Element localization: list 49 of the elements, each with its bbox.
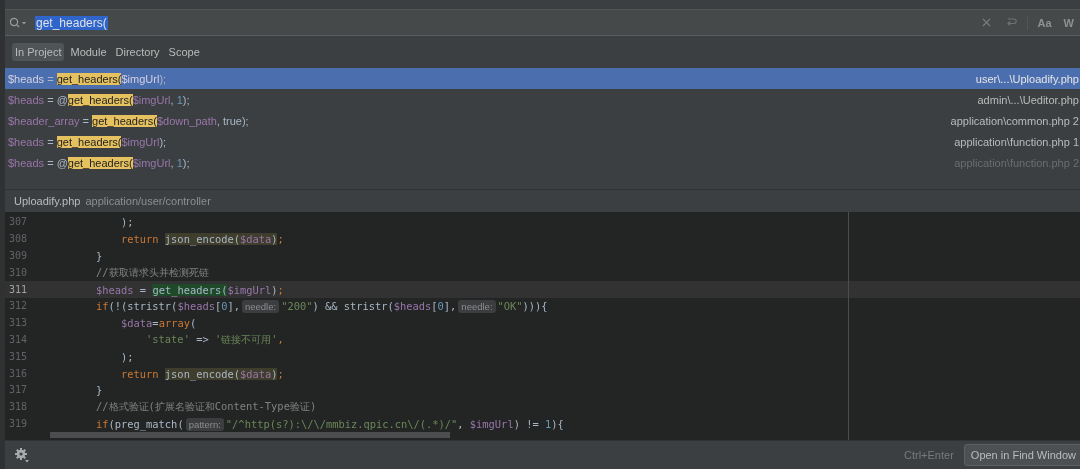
line-number: 310	[8, 265, 29, 280]
result-code: $heads = get_headers($imgUrl);	[8, 72, 167, 85]
search-text: get_headers(	[35, 15, 108, 30]
line-number: 314	[8, 332, 29, 347]
line-number: 313	[8, 316, 29, 331]
scope-tab[interactable]: Scope	[165, 43, 203, 61]
line-number: 312	[8, 299, 29, 314]
result-file: user\...\Uploadify.php	[975, 72, 1079, 85]
result-row[interactable]: $heads = get_headers($imgUrl); application\function.php 1	[5, 131, 1080, 152]
code-line: $heads = get_headers($imgUrl);	[95, 283, 284, 296]
code-line: );	[120, 216, 134, 229]
scrollbar[interactable]	[50, 432, 450, 439]
result-row[interactable]: $heads = get_headers($imgUrl); user\...\Uploadify.php	[5, 68, 1080, 89]
code-line: $data=array(	[120, 317, 197, 330]
result-file: application\common.php 2	[950, 114, 1079, 127]
scope-tab[interactable]: In Project	[12, 43, 65, 61]
line-number: 318	[8, 400, 29, 415]
search-icon[interactable]	[9, 16, 29, 29]
code-line: return json_encode($data);	[120, 367, 284, 380]
scope-tab[interactable]: Module	[67, 43, 110, 61]
settings-icon[interactable]	[14, 447, 30, 463]
scope-tab[interactable]: Directory	[112, 43, 163, 61]
line-number: 311	[8, 282, 29, 297]
search-field[interactable]: get_headers( Aa W	[5, 10, 1080, 36]
code-line: //获取请求头并检测死链	[95, 265, 209, 280]
result-file: application\function.php 1	[954, 135, 1079, 148]
code-line: //格式验证(扩展名验证和Content-Type验证)	[95, 400, 317, 415]
code-line: );	[120, 350, 134, 363]
shortcut-hint: Ctrl+Enter	[904, 449, 954, 461]
line-number: 308	[8, 232, 29, 247]
preview-file-name: Uploadify.php	[14, 195, 81, 207]
line-number: 319	[8, 416, 29, 431]
result-code: $heads = get_headers($imgUrl);	[8, 135, 167, 148]
code-line: return json_encode($data);	[120, 233, 284, 246]
code-line: 'state' => '链接不可用',	[145, 332, 284, 347]
return-arrow-icon[interactable]	[1004, 17, 1017, 28]
line-number: 309	[8, 249, 29, 263]
result-file: admin\...\Ueditor.php	[977, 93, 1079, 106]
code-line: if(!(stristr($heads[0], needle: "200") && stristr($heads[0], needle: "OK"))){	[95, 300, 548, 313]
preview-file-path: application/user/controller	[85, 195, 211, 207]
line-number: 316	[8, 366, 29, 381]
open-in-find-window-button[interactable]: Open in Find Window	[963, 444, 1080, 466]
line-number: 317	[8, 383, 29, 398]
code-line: if(preg_match( pattern: "/^http(s?):\/\/mmbiz.qpic.cn\/(.*)/", $imgUrl) != 1){	[95, 417, 564, 430]
code-line: }	[95, 250, 103, 262]
line-number: 307	[8, 215, 29, 230]
line-number: 315	[8, 349, 29, 364]
close-icon[interactable]	[981, 18, 991, 27]
code-line: }	[95, 384, 103, 397]
